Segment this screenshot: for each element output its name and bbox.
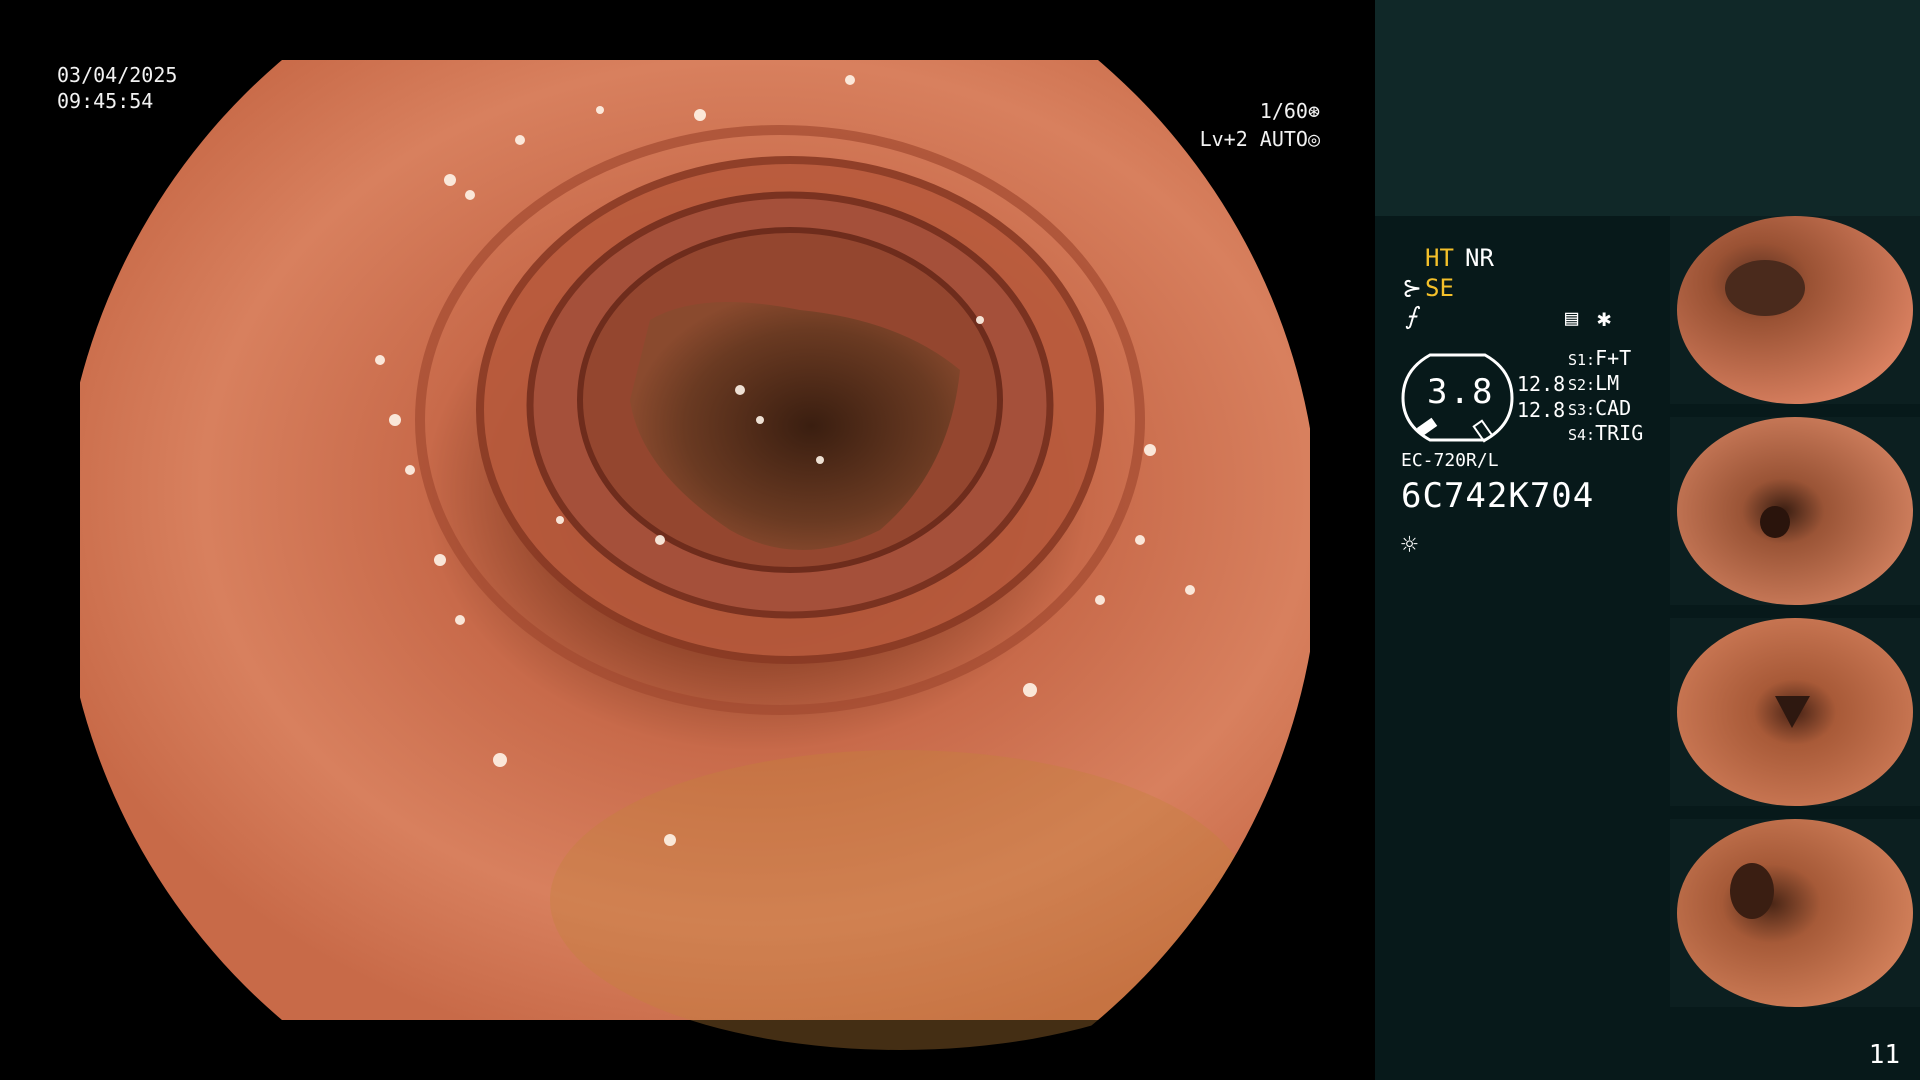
switch-key: S2: bbox=[1568, 376, 1596, 394]
scope-serial: 6C742K704 bbox=[1401, 476, 1595, 516]
star-icon: ✱ bbox=[1597, 304, 1612, 332]
aperture-icon: ⊛ bbox=[1307, 99, 1320, 123]
shutter-readout: 1/60⊛ bbox=[1260, 98, 1320, 124]
date-label: 03/04/2025 bbox=[57, 63, 178, 87]
switch-value: LM bbox=[1595, 371, 1620, 395]
switch-key: S4: bbox=[1568, 426, 1596, 444]
switch-row-4: S4:TRIG bbox=[1568, 421, 1643, 445]
mode-ht: HT bbox=[1425, 244, 1454, 272]
mode-se: SE bbox=[1425, 274, 1454, 302]
signal-value-2: 12.8 bbox=[1517, 398, 1566, 422]
function-icon: ⨍ bbox=[1405, 302, 1418, 330]
switch-row-2: S2:LM bbox=[1568, 371, 1619, 395]
scope-model: EC-720R/L bbox=[1401, 450, 1499, 471]
switch-row-1: S1:F+T bbox=[1568, 346, 1631, 370]
light-icon: ☼ bbox=[1401, 528, 1418, 561]
zoom-value: 3.8 bbox=[1427, 372, 1495, 412]
endoscopy-image bbox=[80, 60, 1310, 1050]
switch-key: S3: bbox=[1568, 401, 1596, 419]
switch-key: S1: bbox=[1568, 351, 1596, 369]
level-value: Lv+2 AUTO bbox=[1199, 127, 1308, 151]
info-panel: HT NR ⊱ SE ⨍ ▤ ✱ 3.8 12.8 12.8 S1:F+T S2… bbox=[1375, 0, 1920, 1080]
endoscope-view: 03/04/2025 09:45:54 1/60⊛ Lv+2 AUTO◎ bbox=[0, 0, 1375, 1080]
time-label: 09:45:54 bbox=[57, 89, 154, 113]
capture-thumbnail-2[interactable] bbox=[1670, 417, 1920, 605]
switch-row-3: S3:CAD bbox=[1568, 396, 1631, 420]
switch-value: TRIG bbox=[1595, 421, 1644, 445]
switch-value: F+T bbox=[1595, 346, 1632, 370]
capture-thumbnail-4[interactable] bbox=[1670, 819, 1920, 1007]
panel-header-area bbox=[1375, 0, 1920, 216]
structure-enhance-icon: ⊱ bbox=[1402, 274, 1423, 302]
menu-icon: ▤ bbox=[1565, 306, 1579, 331]
level-readout: Lv+2 AUTO◎ bbox=[1200, 126, 1320, 152]
shutter-value: 1/60 bbox=[1259, 99, 1308, 123]
capture-thumbnail-1[interactable] bbox=[1670, 216, 1920, 404]
page-number: 11 bbox=[1868, 1040, 1900, 1070]
iris-icon: ◎ bbox=[1307, 127, 1320, 151]
capture-thumbnail-3[interactable] bbox=[1670, 618, 1920, 806]
mode-nr: NR bbox=[1465, 244, 1494, 272]
switch-value: CAD bbox=[1595, 396, 1632, 420]
signal-value-1: 12.8 bbox=[1517, 372, 1566, 396]
